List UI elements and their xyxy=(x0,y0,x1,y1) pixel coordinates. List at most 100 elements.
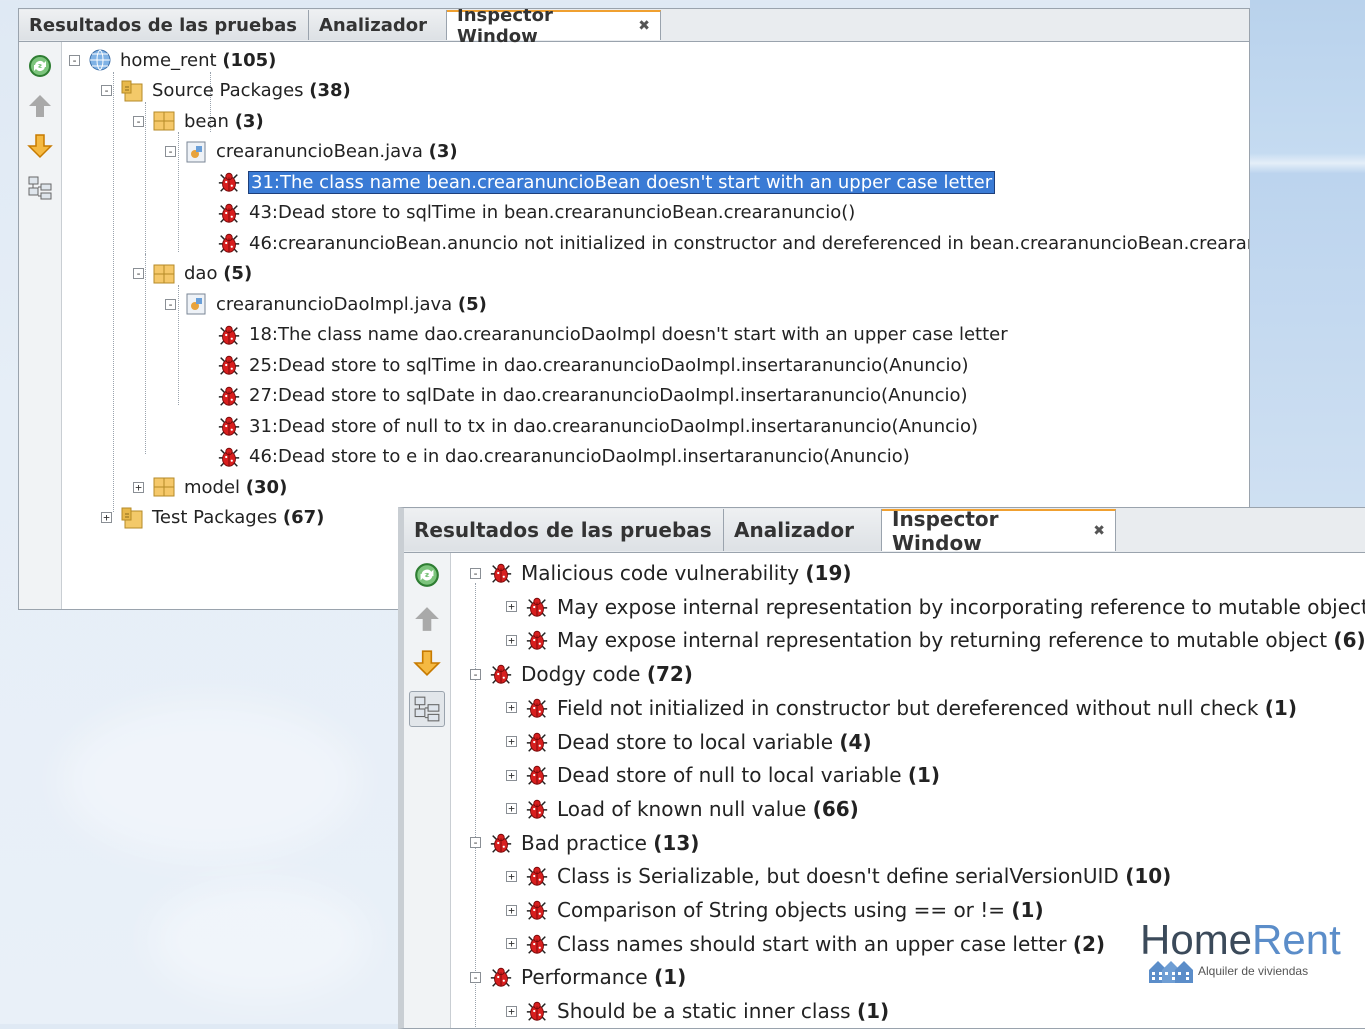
logo-rent-text: Rent xyxy=(1252,916,1341,963)
tree-node-label: May expose internal representation by re… xyxy=(557,628,1365,652)
expand-toggle-icon[interactable]: + xyxy=(506,904,517,916)
expand-toggle-icon[interactable]: + xyxy=(133,481,144,493)
tab-analizador[interactable]: Analizador xyxy=(309,10,447,40)
logo-subtitle: Alquiler de viviendas xyxy=(1198,964,1309,978)
bug-icon xyxy=(217,323,241,347)
collapse-toggle-icon[interactable]: - xyxy=(133,115,144,127)
tree-node-label: Class names should start with an upper c… xyxy=(557,932,1105,956)
tab-inspector-window[interactable]: Inspector Window ✖ xyxy=(882,508,1116,555)
tree-node-text: Dead store of null to local variable xyxy=(557,763,902,788)
tab-bar: Resultados de las pruebas Analizador Ins… xyxy=(19,9,1249,47)
tree-node-package[interactable]: + model (30) xyxy=(133,473,287,501)
tree-node-text: May expose internal representation by re… xyxy=(557,628,1328,653)
tree-node-bug[interactable]: 31:The class name bean.crearanuncioBean … xyxy=(217,168,996,196)
collapse-toggle-icon[interactable]: - xyxy=(133,268,144,279)
collapse-toggle-icon[interactable]: - xyxy=(470,668,481,680)
tree-node-label: Dead store to local variable (4) xyxy=(557,730,872,754)
tree-node-text: Dodgy code xyxy=(521,662,641,687)
tree-node-pattern[interactable]: + Field not initialized in constructor bu… xyxy=(506,692,1297,724)
tree-node-count: (105) xyxy=(222,49,277,71)
tree-node-file[interactable]: - crearanuncioBean.java (3) xyxy=(165,138,458,166)
tree-node-category[interactable]: - Bad practice (13) xyxy=(470,827,699,859)
expand-toggle-icon[interactable]: + xyxy=(506,736,517,747)
close-tab-icon[interactable]: ✖ xyxy=(638,18,650,34)
collapse-toggle-icon[interactable]: - xyxy=(69,54,80,66)
bug-pattern-icon xyxy=(525,628,549,652)
tree-node-text: Should be a static inner class xyxy=(557,999,851,1024)
tree-node-text: May expose internal representation by in… xyxy=(557,594,1365,619)
tree-node-bug[interactable]: 18:The class name dao.crearanuncioDaoImp… xyxy=(217,321,1008,349)
tree-node-bug[interactable]: 46:Dead store to e in dao.crearanuncioDa… xyxy=(217,443,910,471)
tree-node-pattern[interactable]: + Dead store to local variable (4) xyxy=(506,726,872,758)
tree-node-label: 18:The class name dao.crearanuncioDaoImp… xyxy=(249,324,1008,345)
tree-view-button[interactable] xyxy=(26,174,54,202)
tree-node-pattern[interactable]: + May expose internal representation by i… xyxy=(506,591,1365,623)
tree-node-file[interactable]: - crearanuncioDaoImpl.java (5) xyxy=(165,290,487,318)
collapse-toggle-icon[interactable]: - xyxy=(165,146,176,157)
tree-node-project[interactable]: - home_rent (105) xyxy=(69,46,276,74)
homerent-logo: HomeRent Alquiler de viviendas xyxy=(1140,918,1341,984)
expand-toggle-icon[interactable]: + xyxy=(101,512,112,523)
tree-node-package[interactable]: - bean (3) xyxy=(133,107,264,135)
expand-toggle-icon[interactable]: + xyxy=(506,1005,517,1017)
expand-toggle-icon[interactable]: + xyxy=(506,870,517,882)
next-button[interactable] xyxy=(413,649,441,677)
collapse-toggle-icon[interactable]: - xyxy=(165,298,176,310)
tree-view-button[interactable] xyxy=(409,691,445,727)
tree-node-text: Comparison of String objects using == or… xyxy=(557,898,1006,922)
tree-node-package[interactable]: - dao (5) xyxy=(133,260,252,288)
bug-icon xyxy=(217,170,241,194)
tree-node-pattern[interactable]: + Class is Serializable, but doesn't defi… xyxy=(506,860,1171,892)
previous-button[interactable] xyxy=(26,92,54,120)
expand-toggle-icon[interactable]: + xyxy=(506,634,517,646)
tree-node-pattern[interactable]: + Should be a static inner class (1) xyxy=(506,995,889,1027)
collapse-toggle-icon[interactable]: - xyxy=(101,85,112,96)
close-tab-icon[interactable]: ✖ xyxy=(1093,523,1105,539)
tab-label: Resultados de las pruebas xyxy=(29,14,297,36)
tree-node-bug[interactable]: 27:Dead store to sqlDate in dao.crearanu… xyxy=(217,382,968,410)
tree-node-count: (72) xyxy=(646,662,693,687)
expand-toggle-icon[interactable]: + xyxy=(506,601,517,613)
bug-category-icon xyxy=(489,965,513,989)
next-button[interactable] xyxy=(26,132,54,160)
tree-node-text: Dead store to local variable xyxy=(557,729,834,754)
collapse-toggle-icon[interactable]: - xyxy=(470,837,481,849)
tree-node-bug[interactable]: 43:Dead store to sqlTime in bean.crearan… xyxy=(217,199,855,227)
tree-node-pattern[interactable]: + Comparison of String objects using == o… xyxy=(506,894,1044,926)
tab-analizador[interactable]: Analizador xyxy=(724,509,882,551)
tree-node-category[interactable]: - Performance (1) xyxy=(470,961,686,993)
tree-node-bug[interactable]: 25:Dead store to sqlTime in dao.crearanu… xyxy=(217,351,969,379)
tree-node-bug[interactable]: 46:crearanuncioBean.anuncio not initiali… xyxy=(217,229,1249,257)
expand-toggle-icon[interactable]: + xyxy=(506,803,517,815)
tab-inspector-window[interactable]: Inspector Window ✖ xyxy=(447,9,661,47)
tree-node-text: Source Packages xyxy=(152,80,304,101)
tree-node-category[interactable]: - Dodgy code (72) xyxy=(470,658,693,690)
expand-toggle-icon[interactable]: + xyxy=(506,702,517,714)
tree-node-text: Test Packages xyxy=(152,507,278,528)
tree-node-pattern[interactable]: + Load of known null value (66) xyxy=(506,793,859,825)
collapse-toggle-icon[interactable]: - xyxy=(470,567,481,579)
tree-node-category[interactable]: - Malicious code vulnerability (19) xyxy=(470,557,852,589)
tab-resultados[interactable]: Resultados de las pruebas xyxy=(404,509,724,551)
previous-button[interactable] xyxy=(413,605,441,633)
tree-node-text: home_rent xyxy=(120,49,217,71)
tree-node-pattern[interactable]: + May expose internal representation by r… xyxy=(506,624,1365,656)
expand-toggle-icon[interactable]: + xyxy=(506,938,517,950)
refresh-button[interactable] xyxy=(413,561,441,589)
tab-resultados[interactable]: Resultados de las pruebas xyxy=(19,10,309,40)
bug-category-icon xyxy=(489,831,513,855)
tree-node-pattern[interactable]: + Dead store of null to local variable (1… xyxy=(506,759,940,791)
refresh-button[interactable] xyxy=(26,52,54,80)
collapse-toggle-icon[interactable]: - xyxy=(470,971,481,983)
tree-node-count: (67) xyxy=(282,507,325,528)
expand-toggle-icon[interactable]: + xyxy=(506,769,517,781)
tree-node-text: dao xyxy=(184,263,218,284)
tree-node-test-packages[interactable]: + Test Packages (67) xyxy=(101,504,324,532)
tree-node-text: Class is Serializable, but doesn't defin… xyxy=(557,864,1119,889)
tree-node-source-packages[interactable]: - Source Packages (38) xyxy=(101,77,351,105)
tree-node-pattern[interactable]: + Class names should start with an upper … xyxy=(506,928,1105,960)
tree-node-text: Performance xyxy=(521,965,648,990)
bug-pattern-icon xyxy=(525,595,549,619)
tree-node-bug[interactable]: 31:Dead store of null to tx in dao.crear… xyxy=(217,412,978,440)
tab-label: Inspector Window xyxy=(892,507,999,555)
